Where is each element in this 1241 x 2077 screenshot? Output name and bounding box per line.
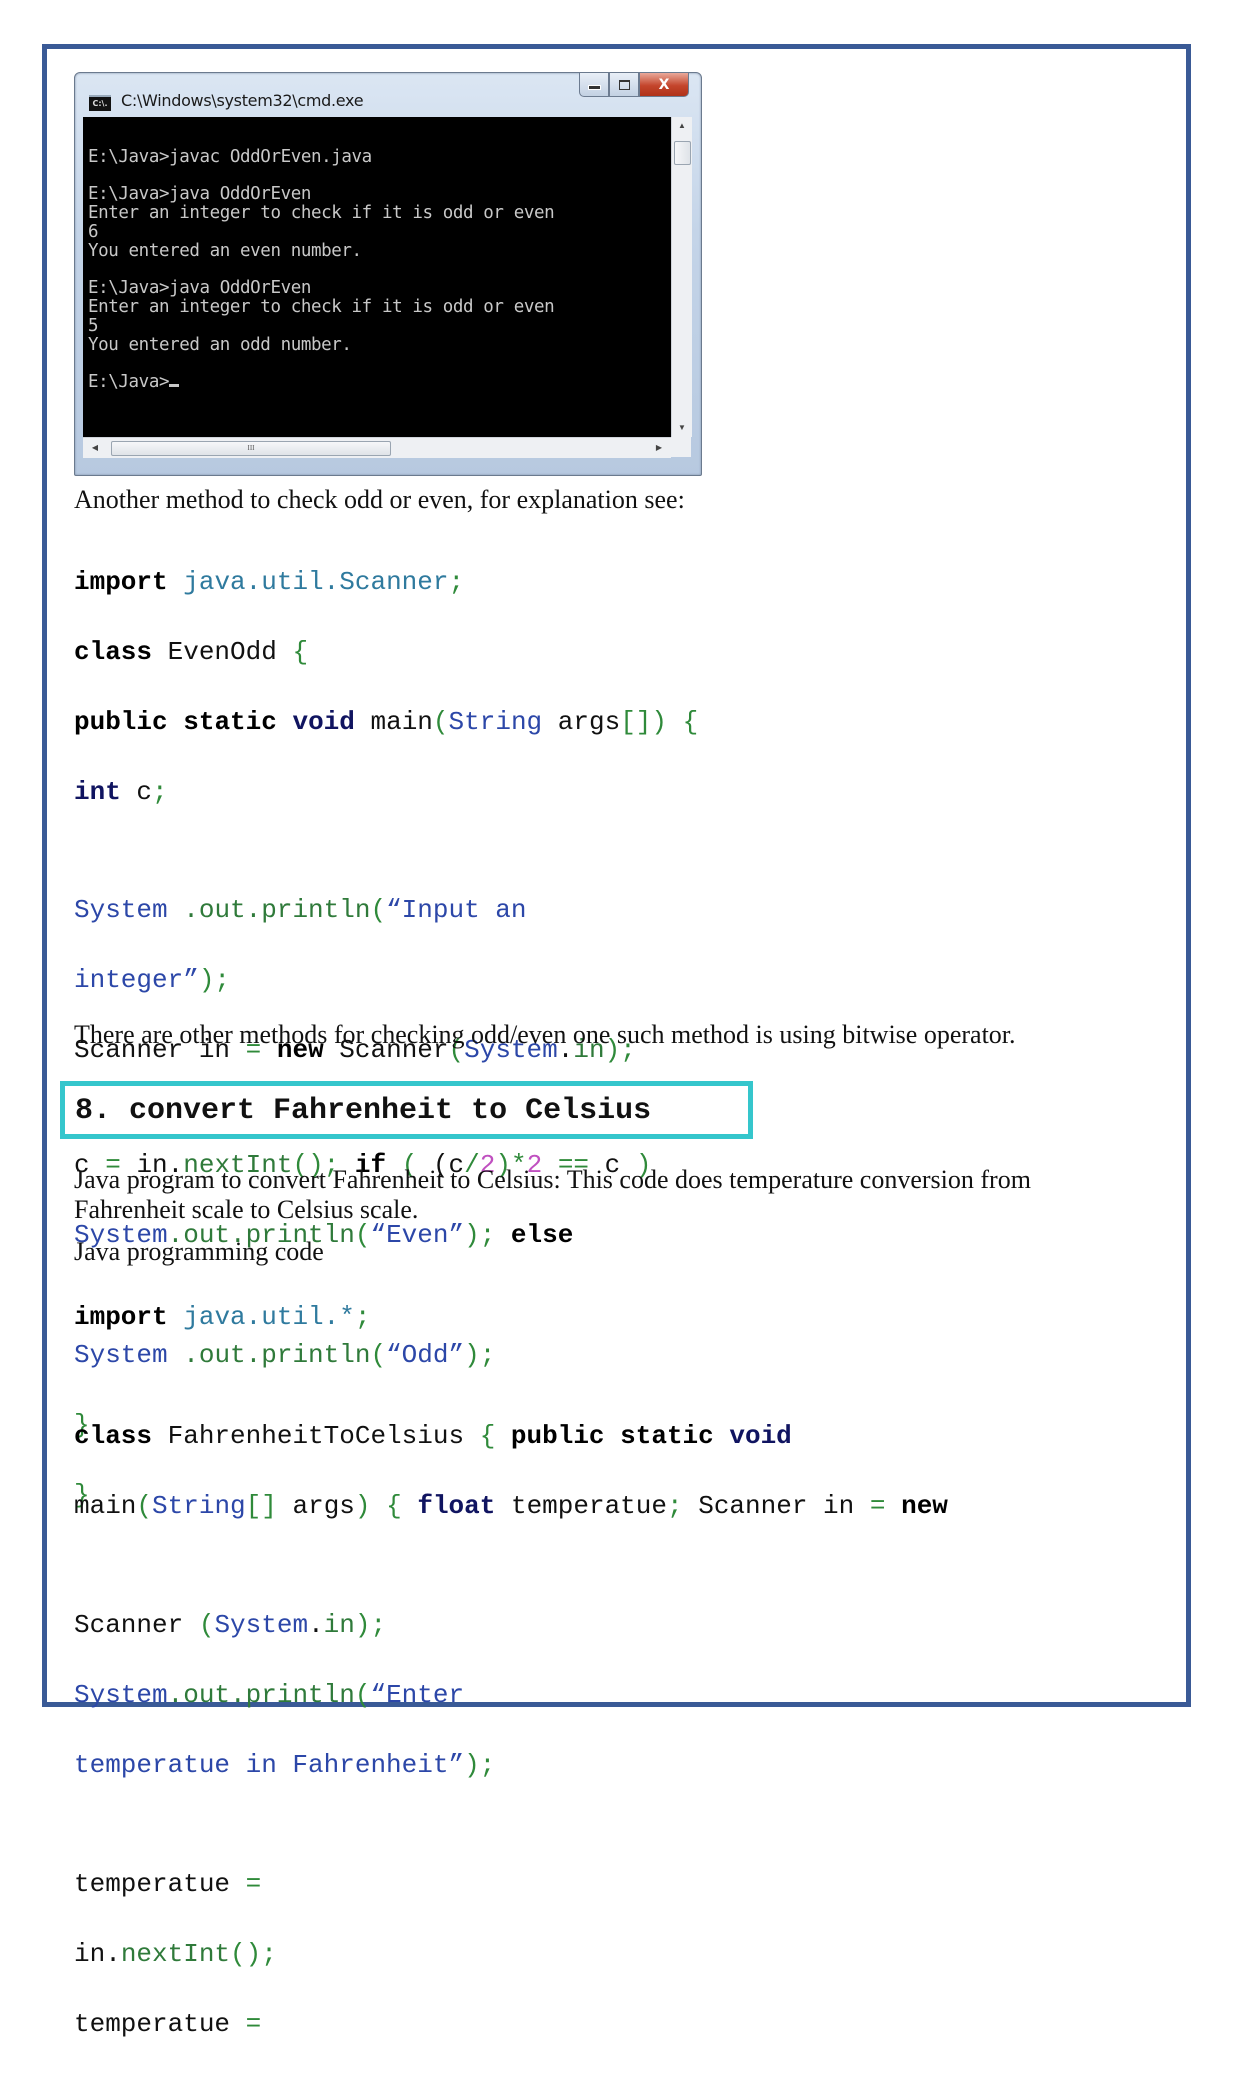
code-label: Java programming code xyxy=(74,1237,324,1266)
intro-paragraph: Another method to check odd or even, for… xyxy=(74,485,685,514)
code-block-fahrenheit: import java.util.*; class FahrenheitToCe… xyxy=(74,1265,948,2077)
minimize-icon xyxy=(587,85,601,90)
console-line: E:\Java> xyxy=(88,372,170,393)
code-line: temperatue = xyxy=(74,1869,262,1899)
console-line: E:\Java>java OddOrEven xyxy=(88,184,311,205)
cmd-window-title: C:\Windows\system32\cmd.exe xyxy=(121,91,364,110)
code-line: class FahrenheitToCelsius { public stati… xyxy=(74,1421,792,1451)
section-heading-box: 8. convert Fahrenheit to Celsius xyxy=(60,1081,753,1139)
vertical-scrollbar[interactable]: ▲ ▼ xyxy=(671,117,692,437)
code-line: integer”); xyxy=(74,965,231,995)
code-line: class EvenOdd { xyxy=(74,637,309,667)
console-line: You entered an even number. xyxy=(88,240,362,261)
maximize-button[interactable] xyxy=(609,73,639,97)
vertical-scroll-thumb[interactable] xyxy=(674,141,691,165)
code-line: import java.util.Scanner; xyxy=(74,567,465,597)
console-cursor xyxy=(169,384,180,388)
cmd-titlebar: C:\. C:\Windows\system32\cmd.exe X xyxy=(75,73,701,113)
console-line: 6 xyxy=(88,221,99,242)
code-line: temperatue in Fahrenheit”); xyxy=(74,1750,496,1780)
close-icon: X xyxy=(658,76,670,93)
console-line: Enter an integer to check if it is odd o… xyxy=(88,203,555,224)
code-line: temperatue = xyxy=(74,2009,262,2039)
f2c-description: Java program to convert Fahrenheit to Ce… xyxy=(74,1165,1031,1224)
console-line: You entered an odd number. xyxy=(88,334,352,355)
scroll-up-arrow-icon[interactable]: ▲ xyxy=(672,117,692,135)
console-output: E:\Java>javac OddOrEven.java E:\Java>jav… xyxy=(83,117,671,437)
console-line: E:\Java>javac OddOrEven.java xyxy=(88,146,372,167)
console-line: E:\Java>java OddOrEven xyxy=(88,278,311,299)
code-line: public static void main(String args[]) { xyxy=(74,707,699,737)
scroll-left-arrow-icon[interactable]: ◀ xyxy=(85,438,105,458)
code-line: import java.util.*; xyxy=(74,1302,371,1332)
minimize-button[interactable] xyxy=(579,73,609,97)
code-line: in.nextInt(); xyxy=(74,1939,277,1969)
console-text: E:\Java>javac OddOrEven.java E:\Java>jav… xyxy=(88,129,555,393)
code-line: int c; xyxy=(74,777,168,807)
window-controls: X xyxy=(579,73,689,99)
resize-grip-icon[interactable] xyxy=(671,437,691,457)
other-methods-paragraph: There are other methods for checking odd… xyxy=(74,1020,1016,1049)
cmd-window-screenshot: C:\. C:\Windows\system32\cmd.exe X E:\Ja… xyxy=(74,72,702,476)
code-line: System.out.println(“Enter xyxy=(74,1680,465,1710)
console-line: 5 xyxy=(88,315,99,336)
code-line: System .out.println(“Input an xyxy=(74,895,527,925)
cmd-prompt-icon: C:\. xyxy=(89,95,111,111)
horizontal-scroll-thumb[interactable]: III xyxy=(111,441,391,456)
close-button[interactable]: X xyxy=(639,73,689,97)
scroll-right-arrow-icon[interactable]: ▶ xyxy=(649,438,669,458)
maximize-icon xyxy=(618,79,630,90)
code-line: main(String[] args) { float temperatue; … xyxy=(74,1491,948,1521)
section-title: 8. convert Fahrenheit to Celsius xyxy=(75,1094,652,1128)
console-line: Enter an integer to check if it is odd o… xyxy=(88,297,555,318)
code-line: Scanner (System.in); xyxy=(74,1610,387,1640)
scroll-down-arrow-icon[interactable]: ▼ xyxy=(672,419,692,437)
horizontal-scrollbar[interactable]: ◀ III ▶ xyxy=(83,437,671,458)
